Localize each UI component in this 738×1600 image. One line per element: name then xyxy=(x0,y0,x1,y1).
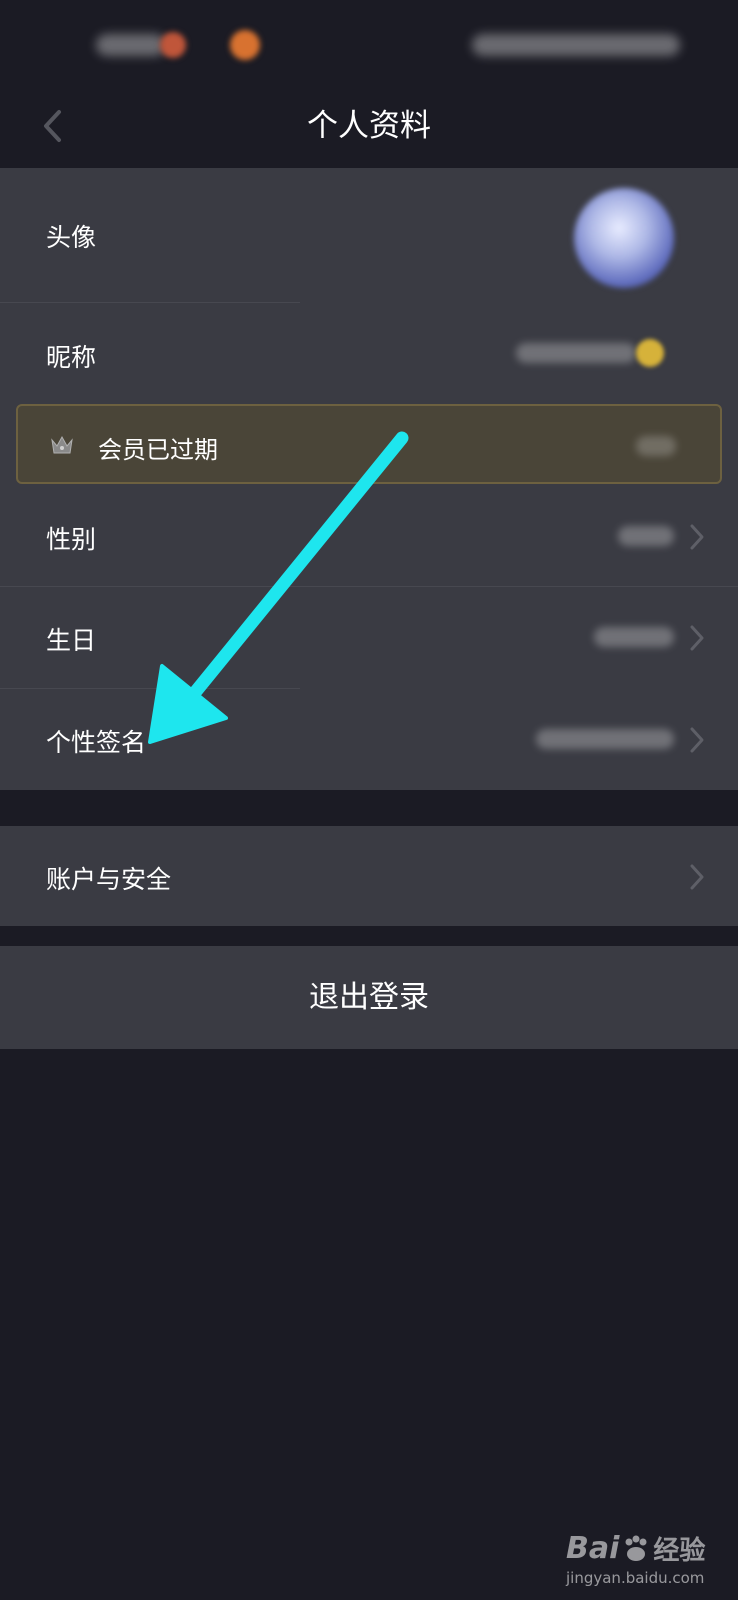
watermark-url: jingyan.baidu.com xyxy=(566,1569,705,1587)
watermark: Bai 经验 jingyan.baidu.com xyxy=(566,1530,705,1587)
annotation-arrow-shaft xyxy=(177,431,409,713)
watermark-brand: Bai xyxy=(566,1531,620,1566)
annotation-arrow xyxy=(148,431,409,744)
watermark-brand-2: 经验 xyxy=(653,1536,706,1566)
paw-icon xyxy=(625,1535,647,1561)
